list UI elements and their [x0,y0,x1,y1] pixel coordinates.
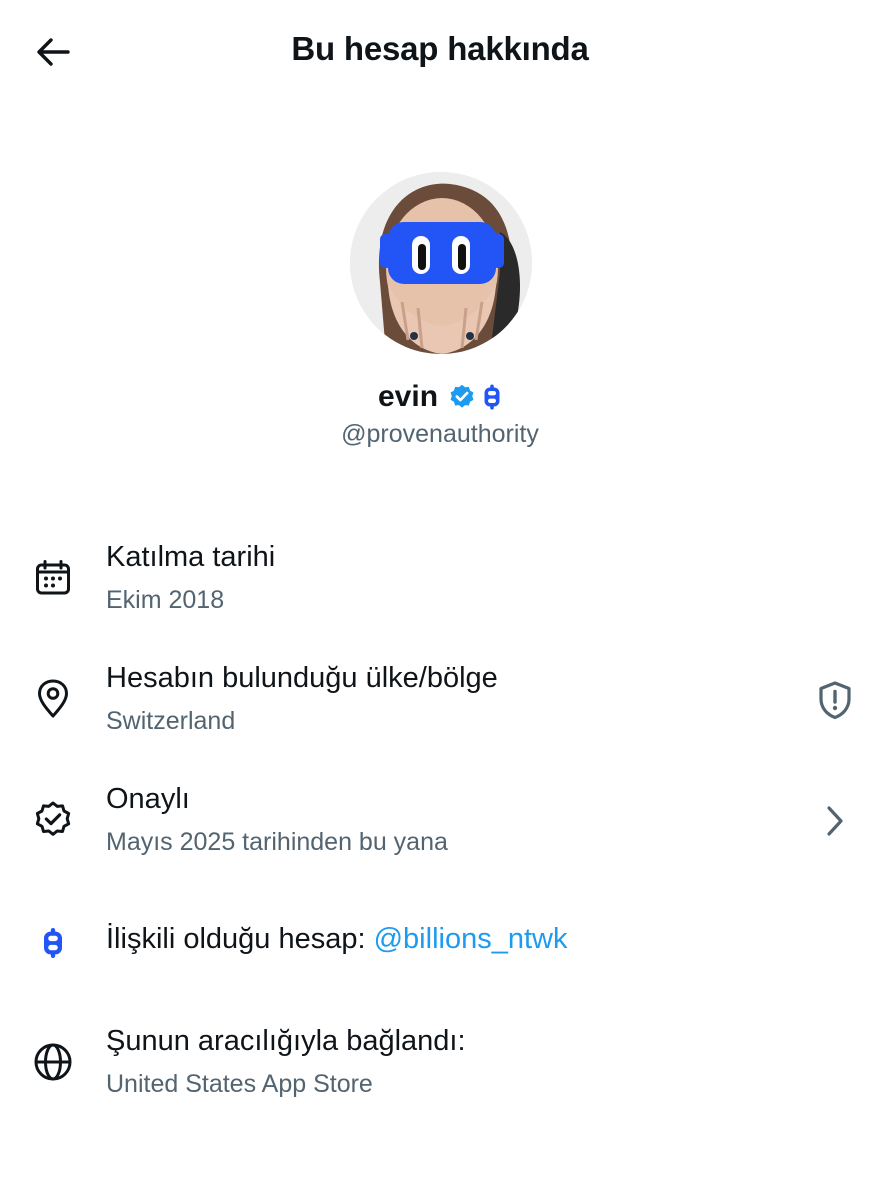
joined-date-label: Katılma tarihi [106,541,276,573]
page-title: Bu hesap hakkında [291,30,589,67]
about-account-screen: Bu hesap hakkında evin @provenauthority … [0,0,880,1200]
billions-logo-icon[interactable] [482,384,502,410]
profile-name-row: evin [0,380,880,414]
location-pin-icon [30,676,76,722]
globe-icon [30,1039,76,1085]
joined-date-value: Ekim 2018 [106,586,225,614]
avatar[interactable] [350,172,532,354]
joined-date-row: Katılma tarihi Ekim 2018 [0,536,880,626]
verified-outline-icon [30,797,76,843]
verified-since-value: Mayıs 2025 tarihinden bu yana [106,828,448,856]
connected-via-value: United States App Store [106,1070,373,1098]
top-bar: Bu hesap hakkında [0,0,880,104]
account-location-row: Hesabın bulunduğu ülke/bölge Switzerland [0,657,880,747]
chevron-right-icon[interactable] [812,798,858,844]
display-name: evin [377,380,439,413]
affiliated-account-prefix: İlişkili olduğu hesap: [106,923,374,955]
calendar-icon [30,555,76,601]
account-location-label: Hesabın bulunduğu ülke/bölge [106,662,498,694]
affiliated-account-link[interactable]: @billions_ntwk [374,923,568,955]
shield-alert-icon[interactable] [812,677,858,723]
account-location-value: Switzerland [106,707,236,735]
affiliated-account-row: İlişkili olduğu hesap: @billions_ntwk [0,915,880,971]
verified-row[interactable]: Onaylı Mayıs 2025 tarihinden bu yana [0,778,880,868]
verified-badge-icon [450,384,474,408]
verified-label: Onaylı [106,783,190,815]
connected-via-row: Şunun aracılığıyla bağlandı: United Stat… [0,1020,880,1110]
username-handle: @provenauthority [341,420,539,448]
connected-via-label: Şunun aracılığıyla bağlandı: [106,1025,466,1057]
billions-logo-icon [30,920,76,966]
affiliated-account-label: İlişkili olduğu hesap: @billions_ntwk [106,923,567,956]
